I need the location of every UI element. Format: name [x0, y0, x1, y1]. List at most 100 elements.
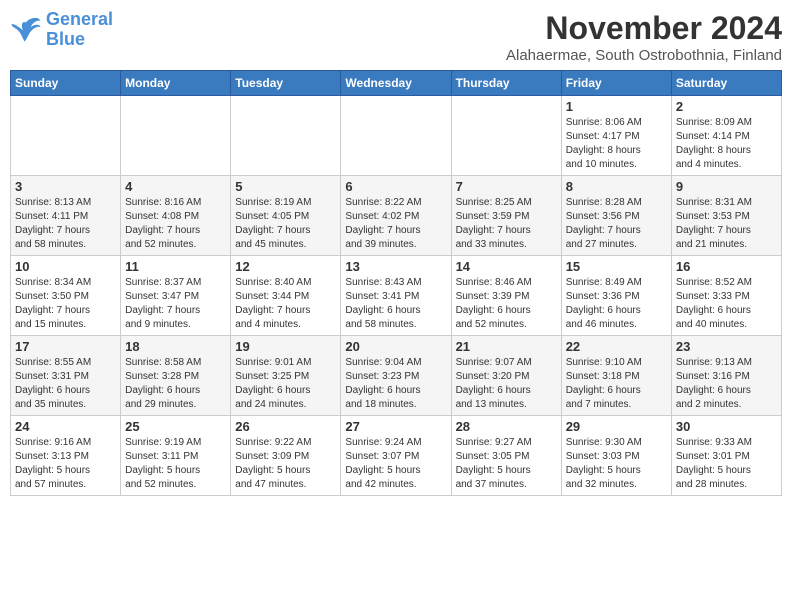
day-number: 2	[676, 99, 777, 114]
weekday-header-row: SundayMondayTuesdayWednesdayThursdayFrid…	[11, 71, 782, 96]
day-cell: 14Sunrise: 8:46 AM Sunset: 3:39 PM Dayli…	[451, 256, 561, 336]
day-number: 19	[235, 339, 336, 354]
day-cell: 7 Sunrise: 8:25 AM Sunset: 3:59 PM Daylig…	[451, 176, 561, 256]
day-number: 1	[566, 99, 667, 114]
day-info: Sunrise: 8:09 AM Sunset: 4:14 PM Dayligh…	[676, 116, 777, 172]
day-info: Sunrise: 8:25 AM Sunset: 3:59 PM Dayligh…	[456, 196, 557, 252]
day-info: Sunrise: 8:28 AM Sunset: 3:56 PM Dayligh…	[566, 196, 667, 252]
day-info: Sunrise: 8:46 AM Sunset: 3:39 PM Dayligh…	[456, 276, 557, 332]
day-cell: 21 Sunrise: 9:07 AM Sunset: 3:20 PM Dayli…	[451, 336, 561, 416]
day-number: 5	[235, 179, 336, 194]
header-wednesday: Wednesday	[341, 71, 451, 96]
day-cell: 19 Sunrise: 9:01 AM Sunset: 3:25 PM Dayli…	[231, 336, 341, 416]
day-number: 12	[235, 259, 336, 274]
day-number: 22	[566, 339, 667, 354]
day-info: Sunrise: 8:19 AM Sunset: 4:05 PM Dayligh…	[235, 196, 336, 252]
day-info: Sunrise: 8:49 AM Sunset: 3:36 PM Dayligh…	[566, 276, 667, 332]
day-number: 30	[676, 419, 777, 434]
day-number: 4	[125, 179, 226, 194]
day-cell: 25Sunrise: 9:19 AM Sunset: 3:11 PM Dayli…	[121, 416, 231, 496]
day-cell	[11, 96, 121, 176]
day-info: Sunrise: 9:22 AM Sunset: 3:09 PM Dayligh…	[235, 436, 336, 492]
day-cell: 24 Sunrise: 9:16 AM Sunset: 3:13 PM Dayli…	[11, 416, 121, 496]
day-number: 17	[15, 339, 116, 354]
day-cell: 29Sunrise: 9:30 AM Sunset: 3:03 PM Dayli…	[561, 416, 671, 496]
day-number: 11	[125, 259, 226, 274]
day-info: Sunrise: 8:31 AM Sunset: 3:53 PM Dayligh…	[676, 196, 777, 252]
header-tuesday: Tuesday	[231, 71, 341, 96]
header-monday: Monday	[121, 71, 231, 96]
day-cell	[121, 96, 231, 176]
day-number: 15	[566, 259, 667, 274]
header-friday: Friday	[561, 71, 671, 96]
day-cell: 3 Sunrise: 8:13 AM Sunset: 4:11 PM Daylig…	[11, 176, 121, 256]
day-info: Sunrise: 8:58 AM Sunset: 3:28 PM Dayligh…	[125, 356, 226, 412]
day-info: Sunrise: 9:10 AM Sunset: 3:18 PM Dayligh…	[566, 356, 667, 412]
logo-icon	[10, 16, 42, 44]
header-sunday: Sunday	[11, 71, 121, 96]
day-cell: 23 Sunrise: 9:13 AM Sunset: 3:16 PM Dayli…	[671, 336, 781, 416]
calendar-table: SundayMondayTuesdayWednesdayThursdayFrid…	[10, 70, 782, 496]
day-info: Sunrise: 8:16 AM Sunset: 4:08 PM Dayligh…	[125, 196, 226, 252]
day-number: 18	[125, 339, 226, 354]
day-cell: 1Sunrise: 8:06 AM Sunset: 4:17 PM Daylig…	[561, 96, 671, 176]
header-saturday: Saturday	[671, 71, 781, 96]
week-row-1: 1Sunrise: 8:06 AM Sunset: 4:17 PM Daylig…	[11, 96, 782, 176]
day-cell: 17 Sunrise: 8:55 AM Sunset: 3:31 PM Dayli…	[11, 336, 121, 416]
day-info: Sunrise: 8:55 AM Sunset: 3:31 PM Dayligh…	[15, 356, 116, 412]
day-info: Sunrise: 9:04 AM Sunset: 3:23 PM Dayligh…	[345, 356, 446, 412]
day-cell: 15 Sunrise: 8:49 AM Sunset: 3:36 PM Dayli…	[561, 256, 671, 336]
day-info: Sunrise: 9:33 AM Sunset: 3:01 PM Dayligh…	[676, 436, 777, 492]
day-number: 23	[676, 339, 777, 354]
day-number: 29	[566, 419, 667, 434]
day-number: 27	[345, 419, 446, 434]
day-number: 9	[676, 179, 777, 194]
header-thursday: Thursday	[451, 71, 561, 96]
day-cell: 22 Sunrise: 9:10 AM Sunset: 3:18 PM Dayli…	[561, 336, 671, 416]
day-number: 28	[456, 419, 557, 434]
day-number: 6	[345, 179, 446, 194]
day-number: 25	[125, 419, 226, 434]
day-cell: 5 Sunrise: 8:19 AM Sunset: 4:05 PM Daylig…	[231, 176, 341, 256]
day-cell: 18 Sunrise: 8:58 AM Sunset: 3:28 PM Dayli…	[121, 336, 231, 416]
day-number: 7	[456, 179, 557, 194]
day-info: Sunrise: 9:07 AM Sunset: 3:20 PM Dayligh…	[456, 356, 557, 412]
day-number: 13	[345, 259, 446, 274]
day-cell: 9 Sunrise: 8:31 AM Sunset: 3:53 PM Daylig…	[671, 176, 781, 256]
day-cell: 16Sunrise: 8:52 AM Sunset: 3:33 PM Dayli…	[671, 256, 781, 336]
day-info: Sunrise: 9:01 AM Sunset: 3:25 PM Dayligh…	[235, 356, 336, 412]
day-info: Sunrise: 8:13 AM Sunset: 4:11 PM Dayligh…	[15, 196, 116, 252]
day-cell: 11 Sunrise: 8:37 AM Sunset: 3:47 PM Dayli…	[121, 256, 231, 336]
day-cell: 6Sunrise: 8:22 AM Sunset: 4:02 PM Daylig…	[341, 176, 451, 256]
day-cell: 2 Sunrise: 8:09 AM Sunset: 4:14 PM Daylig…	[671, 96, 781, 176]
day-number: 21	[456, 339, 557, 354]
day-number: 26	[235, 419, 336, 434]
day-cell: 28Sunrise: 9:27 AM Sunset: 3:05 PM Dayli…	[451, 416, 561, 496]
day-info: Sunrise: 8:37 AM Sunset: 3:47 PM Dayligh…	[125, 276, 226, 332]
location-title: Alahaermae, South Ostrobothnia, Finland	[506, 47, 782, 64]
logo-text: General Blue	[46, 10, 113, 50]
day-info: Sunrise: 9:16 AM Sunset: 3:13 PM Dayligh…	[15, 436, 116, 492]
day-info: Sunrise: 9:13 AM Sunset: 3:16 PM Dayligh…	[676, 356, 777, 412]
day-number: 16	[676, 259, 777, 274]
day-number: 20	[345, 339, 446, 354]
day-number: 3	[15, 179, 116, 194]
week-row-2: 3 Sunrise: 8:13 AM Sunset: 4:11 PM Daylig…	[11, 176, 782, 256]
day-info: Sunrise: 8:34 AM Sunset: 3:50 PM Dayligh…	[15, 276, 116, 332]
day-info: Sunrise: 9:24 AM Sunset: 3:07 PM Dayligh…	[345, 436, 446, 492]
day-cell: 27 Sunrise: 9:24 AM Sunset: 3:07 PM Dayli…	[341, 416, 451, 496]
day-cell	[231, 96, 341, 176]
day-number: 10	[15, 259, 116, 274]
title-area: November 2024 Alahaermae, South Ostrobot…	[506, 10, 782, 64]
day-cell: 30 Sunrise: 9:33 AM Sunset: 3:01 PM Dayli…	[671, 416, 781, 496]
day-cell: 12Sunrise: 8:40 AM Sunset: 3:44 PM Dayli…	[231, 256, 341, 336]
day-cell: 13Sunrise: 8:43 AM Sunset: 3:41 PM Dayli…	[341, 256, 451, 336]
day-cell: 10 Sunrise: 8:34 AM Sunset: 3:50 PM Dayli…	[11, 256, 121, 336]
day-number: 24	[15, 419, 116, 434]
day-cell: 4 Sunrise: 8:16 AM Sunset: 4:08 PM Daylig…	[121, 176, 231, 256]
day-cell	[451, 96, 561, 176]
week-row-3: 10 Sunrise: 8:34 AM Sunset: 3:50 PM Dayli…	[11, 256, 782, 336]
day-cell: 20 Sunrise: 9:04 AM Sunset: 3:23 PM Dayli…	[341, 336, 451, 416]
week-row-4: 17 Sunrise: 8:55 AM Sunset: 3:31 PM Dayli…	[11, 336, 782, 416]
day-number: 8	[566, 179, 667, 194]
